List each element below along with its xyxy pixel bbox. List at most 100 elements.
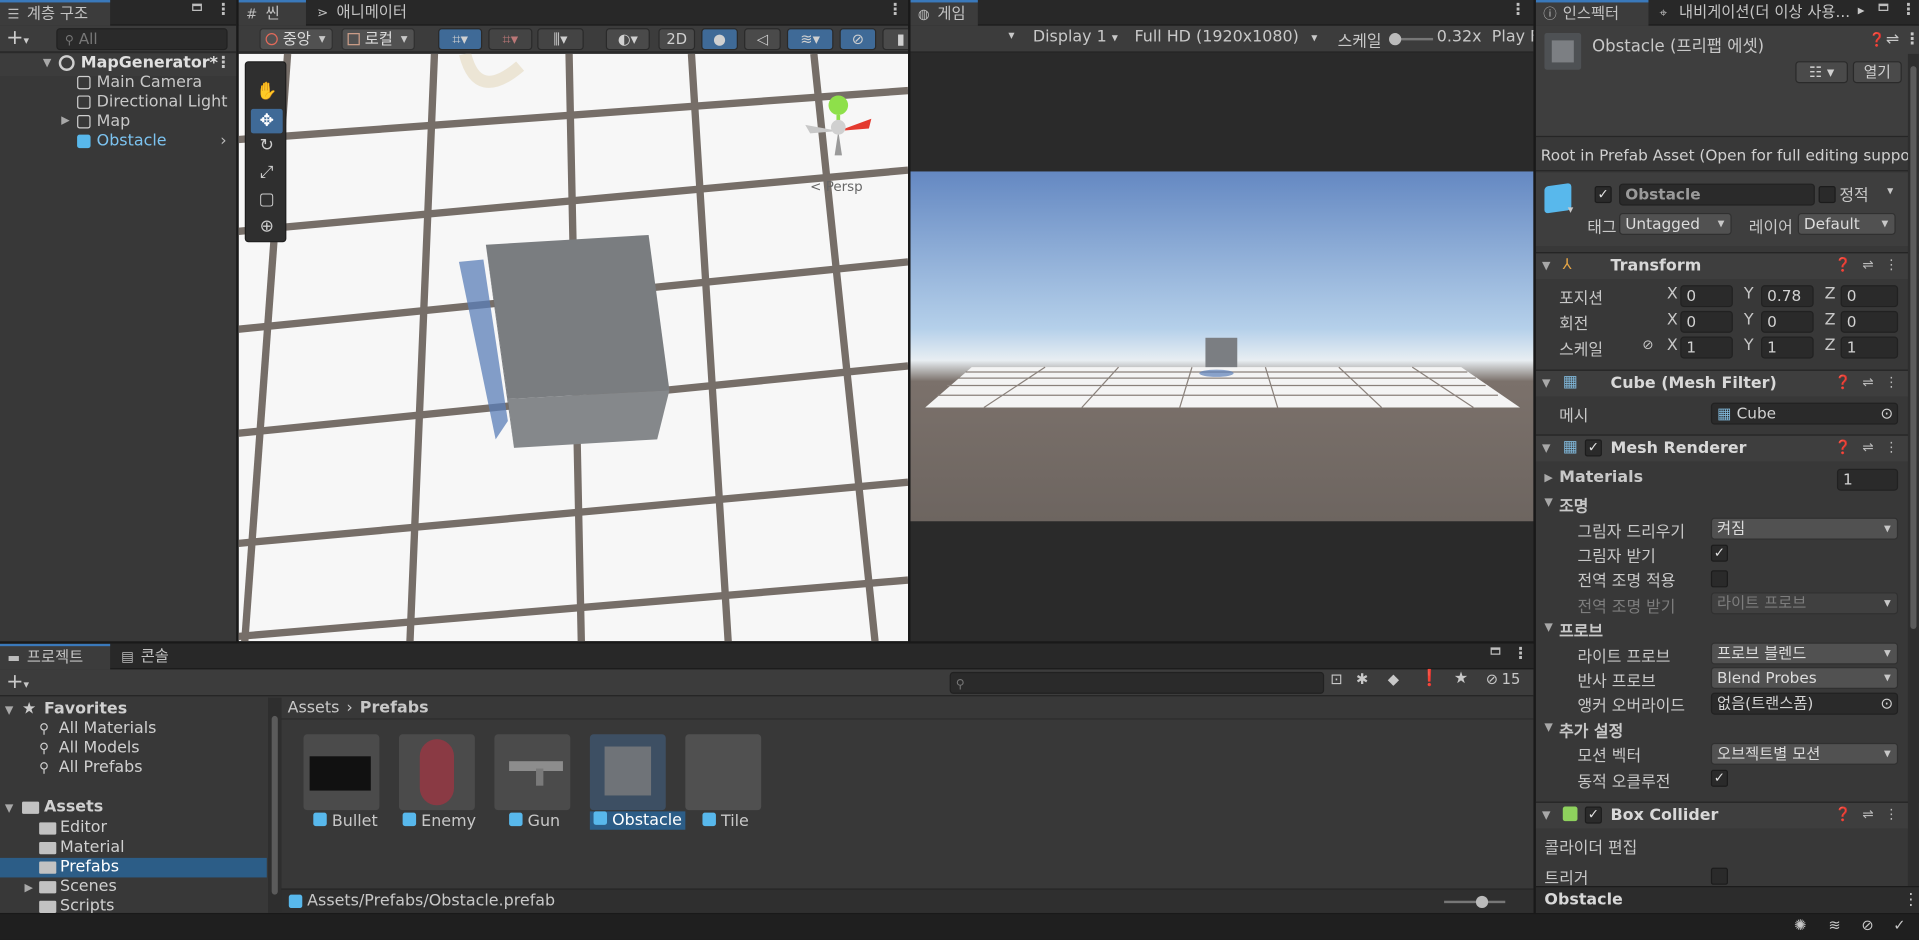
hidden-objects-button[interactable]: ⊘ [839, 28, 877, 51]
scale-y-field[interactable]: 1 [1761, 336, 1814, 359]
enabled-checkbox[interactable]: ✓ [1584, 439, 1602, 457]
hand-tool-icon[interactable]: ✋ [253, 82, 280, 106]
projection-label[interactable]: < Persp [810, 179, 863, 195]
filter-type-icon[interactable]: ✱ [1356, 671, 1368, 688]
probes-section[interactable]: 프로브 [1559, 618, 1603, 641]
chevron-down-icon[interactable]: ▾ [1887, 185, 1893, 198]
expand-arrow-icon[interactable]: ▼ [1544, 497, 1552, 509]
folder-item-selected[interactable]: Prefabs [0, 857, 267, 878]
check-icon[interactable]: ✓ [1893, 917, 1905, 934]
layers-icon[interactable]: ≋ [1828, 917, 1840, 934]
component-actions-icon[interactable]: ❓⇌⋮ [1835, 257, 1910, 273]
mesh-field[interactable]: ▦ Cube ⊙ [1710, 402, 1899, 425]
slider-handle[interactable] [1389, 33, 1402, 46]
audio-toggle-button[interactable]: ◁ [744, 28, 781, 51]
hierarchy-item[interactable]: Directional Light [0, 93, 236, 113]
asset-tile[interactable]: Bullet [303, 734, 380, 832]
bug-icon[interactable]: ✺ [1794, 917, 1806, 934]
display-dropdown[interactable]: Display 1 ▾ [1033, 28, 1118, 46]
folder-item[interactable]: Editor [0, 819, 267, 839]
more-icon[interactable]: ⋮ [1901, 1, 1917, 19]
component-actions-icon[interactable]: ❓⇌⋮ [1835, 806, 1910, 822]
asset-tile[interactable]: Enemy [398, 734, 476, 832]
hidden-packages-icon[interactable]: ⊘ 15 [1486, 671, 1521, 688]
expand-arrow-icon[interactable]: ▼ [1544, 722, 1552, 734]
camera-settings-button[interactable]: ▮ [882, 28, 909, 51]
tab-project[interactable]: ▬ 프로젝트 [0, 643, 111, 670]
favorite-item[interactable]: ⚲ All Materials [0, 720, 267, 740]
light-probes-dropdown[interactable]: 프로브 블렌드 [1710, 642, 1899, 665]
warning-icon[interactable]: ❗ [1420, 669, 1440, 687]
folder-item[interactable]: ▶ Scenes [0, 877, 267, 897]
rotation-z-field[interactable]: 0 [1840, 310, 1899, 333]
move-tool-icon[interactable]: ✥ [250, 108, 283, 134]
position-x-field[interactable]: 0 [1680, 285, 1733, 308]
expand-arrow-icon[interactable]: ▶ [61, 115, 69, 127]
receive-shadows-checkbox[interactable]: ✓ [1710, 544, 1729, 562]
settings-icon[interactable]: ⇌ [1886, 31, 1899, 49]
space-dropdown[interactable]: 로컬 [341, 28, 415, 51]
component-actions-icon[interactable]: ❓⇌⋮ [1835, 374, 1910, 390]
rotation-y-field[interactable]: 0 [1761, 310, 1814, 333]
additional-settings-section[interactable]: 추가 설정 [1559, 718, 1623, 741]
constrain-proportions-icon[interactable]: ⊘ [1642, 337, 1653, 353]
scale-tool-icon[interactable]: ⤢ [253, 163, 280, 187]
asset-tile-selected[interactable]: Obstacle [589, 734, 686, 832]
expand-arrow-icon[interactable]: ▶ [24, 879, 32, 899]
transform-tool-icon[interactable]: ⊕ [253, 217, 280, 241]
lock-icon[interactable] [192, 3, 202, 12]
expand-arrow-icon[interactable]: ▼ [1542, 810, 1550, 822]
play-focused-dropdown[interactable]: Play F [1492, 28, 1534, 46]
static-checkbox[interactable] [1818, 186, 1836, 204]
tab-hierarchy[interactable]: ☰ 계층 구조 [0, 0, 111, 26]
favorite-item[interactable]: ⚲ All Prefabs [0, 759, 267, 779]
tab-animator[interactable]: ⋗ 애니메이터 [310, 0, 432, 26]
tab-navigation[interactable]: ⌖ 내비게이션(더 이상 사용... [1652, 0, 1854, 26]
effects-button[interactable]: ≋▾ [786, 28, 834, 51]
more-icon[interactable]: ⋮ [1510, 1, 1526, 19]
scale-z-field[interactable]: 1 [1840, 336, 1899, 359]
active-checkbox[interactable]: ✓ [1594, 186, 1612, 204]
transform-header[interactable]: ▼ ⅄ Transform ❓⇌⋮ [1535, 252, 1919, 280]
component-actions-icon[interactable]: ❓⇌⋮ [1835, 439, 1910, 455]
favorite-item[interactable]: ⚲ All Models [0, 739, 267, 759]
project-search-input[interactable]: ⚲ [949, 671, 1325, 694]
orientation-gizmo[interactable] [795, 88, 893, 174]
position-z-field[interactable]: 0 [1840, 285, 1899, 308]
chevron-down-icon[interactable]: ▾ [1568, 204, 1574, 216]
search-by-type-icon[interactable]: ⊡ [1330, 671, 1342, 688]
object-picker-icon[interactable]: ⊙ [1880, 694, 1893, 714]
slider-handle[interactable] [1475, 895, 1489, 909]
breadcrumb-prefabs[interactable]: Prefabs [360, 699, 429, 717]
select-button[interactable]: ☷ ▾ [1795, 61, 1848, 84]
lighting-toggle-button[interactable]: ● [701, 28, 738, 51]
more-icon[interactable]: ⋮ [215, 1, 231, 19]
trigger-checkbox[interactable] [1710, 867, 1729, 885]
asset-tile[interactable]: Gun [494, 734, 571, 832]
toggle-2d-button[interactable]: 2D [658, 28, 696, 51]
cast-shadows-dropdown[interactable]: 켜짐 [1710, 517, 1899, 540]
thumbnail-size-slider[interactable] [1444, 895, 1506, 909]
expand-arrow-icon[interactable]: ▼ [1542, 443, 1550, 455]
assets-row[interactable]: ▼ Assets [0, 798, 267, 818]
object-name-field[interactable]: Obstacle [1619, 183, 1815, 206]
tab-game[interactable]: ◍ 게임 [910, 0, 978, 26]
scene-menu-icon[interactable]: ⋮ [215, 54, 231, 72]
materials-count-field[interactable]: 1 [1836, 468, 1899, 491]
tree-scrollbar[interactable] [268, 697, 282, 913]
tab-inspector[interactable]: ⓘ 인스펙터 [1535, 0, 1649, 26]
contribute-gi-checkbox[interactable] [1710, 570, 1729, 588]
chevron-right-icon[interactable]: › [220, 132, 226, 150]
more-icon[interactable]: ⋮ [887, 1, 903, 19]
asset-tile[interactable]: Tile [685, 734, 762, 832]
profiler-icon[interactable]: ⊘ [1861, 917, 1873, 934]
expand-arrow-icon[interactable]: ▼ [1544, 622, 1552, 634]
motion-vectors-dropdown[interactable]: 오브젝트별 모션 [1710, 742, 1899, 765]
expand-arrow-icon[interactable]: ▶ [1544, 472, 1552, 484]
tab-scene[interactable]: # 씬 [238, 0, 306, 26]
inspector-scrollbar[interactable] [1907, 53, 1919, 887]
rect-tool-icon[interactable]: ▢ [253, 190, 280, 214]
chevron-right-icon[interactable]: ▸ [1858, 2, 1865, 18]
layer-dropdown[interactable]: Default [1797, 212, 1896, 235]
hierarchy-search-input[interactable]: ⚲ All [56, 28, 228, 51]
